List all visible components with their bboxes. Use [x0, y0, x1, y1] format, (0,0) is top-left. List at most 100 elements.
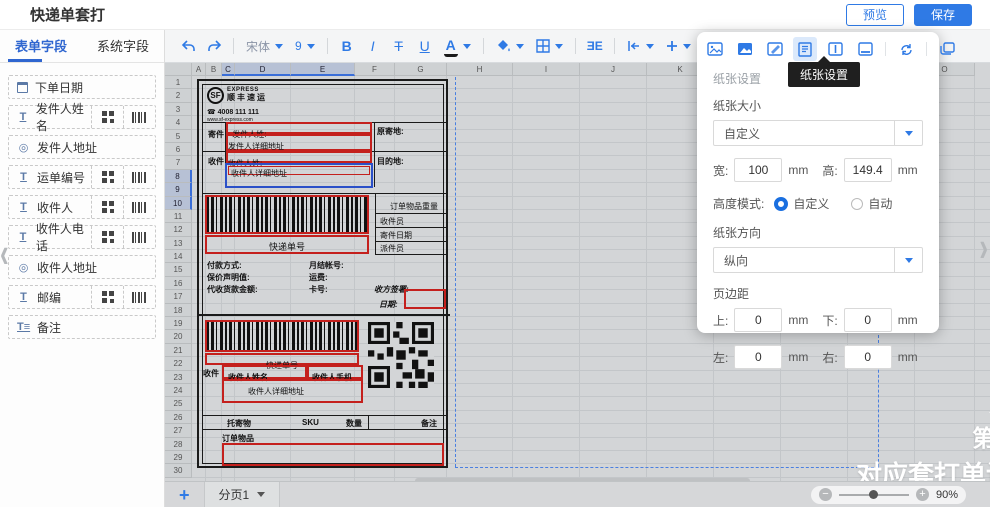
rh-cell[interactable]: 3 [165, 103, 192, 116]
font-color-select[interactable]: A [440, 35, 475, 57]
select-all-corner[interactable] [165, 63, 192, 76]
edit-image-button[interactable] [763, 37, 787, 61]
zoom-out-button[interactable]: − [819, 488, 832, 501]
paper-size-select[interactable]: 自定义 [713, 120, 923, 146]
ch-cell[interactable]: D [235, 63, 291, 76]
height-input[interactable] [844, 158, 892, 182]
tab-system-fields[interactable]: 系统字段 [82, 30, 164, 62]
ch-cell[interactable]: H [447, 63, 513, 76]
field-item-receiver-address[interactable]: ◎收件人地址 [8, 255, 156, 279]
rh-cell[interactable]: 14 [165, 250, 192, 263]
rh-cell[interactable]: 5 [165, 130, 192, 143]
italic-button[interactable]: I [362, 35, 384, 57]
barcode-insert-button[interactable] [123, 196, 155, 218]
add-page-button[interactable]: + [179, 484, 190, 506]
rh-cell[interactable]: 30 [165, 464, 192, 477]
waybill-template[interactable]: SF EXPRESS 顺丰速运 ☎ 4008 111 111 www.sf-ex… [197, 79, 448, 468]
rh-cell[interactable]: 27 [165, 424, 192, 437]
date-field[interactable] [404, 289, 446, 309]
barcode-insert-button[interactable] [123, 226, 155, 248]
expand-panel-chevron[interactable]: › [979, 223, 988, 273]
zoom-slider[interactable] [839, 494, 909, 496]
qr-insert-button[interactable] [91, 106, 123, 128]
field-item-order-date[interactable]: 下单日期 [8, 75, 156, 99]
bold-button[interactable]: B [336, 35, 358, 57]
font-size-select[interactable]: 9 [291, 39, 319, 53]
receiver2-phone-field[interactable]: 收件人手机 [307, 365, 363, 379]
field-item-sender-name[interactable]: T发件人姓名 [8, 105, 156, 129]
barcode-insert-button[interactable] [123, 286, 155, 308]
margin-left-input[interactable] [734, 345, 782, 369]
sender-address-field[interactable]: 发件人详细地址 [226, 134, 372, 151]
margin-top-input[interactable] [734, 308, 782, 332]
rh-cell[interactable]: 29 [165, 451, 192, 464]
merge-cells-button[interactable]: ƎE [584, 35, 606, 57]
align-select[interactable] [623, 40, 658, 53]
underline-button[interactable]: U [414, 35, 436, 57]
rh-cell[interactable]: 8 [165, 170, 192, 183]
redo-button[interactable] [203, 35, 225, 57]
field-item-receiver-phone[interactable]: T收件人电话 [8, 225, 156, 249]
rh-cell[interactable]: 18 [165, 304, 192, 317]
refresh-button[interactable] [894, 37, 918, 61]
order-items-field[interactable] [222, 443, 444, 466]
horizontal-scrollbar[interactable] [415, 478, 750, 481]
zoom-slider-handle[interactable] [869, 490, 878, 499]
rh-cell[interactable]: 17 [165, 290, 192, 303]
strikethrough-button[interactable]: T [388, 35, 410, 57]
fill-color-select[interactable] [492, 39, 528, 53]
ch-cell[interactable]: A [192, 63, 206, 76]
radio-auto[interactable] [851, 198, 863, 210]
rh-cell[interactable]: 24 [165, 384, 192, 397]
width-input[interactable] [734, 158, 782, 182]
rh-cell[interactable]: 12 [165, 223, 192, 236]
background-image-button[interactable] [733, 37, 757, 61]
waybill-no-field[interactable]: 快递单号 [205, 235, 369, 254]
rh-cell[interactable]: 1 [165, 76, 192, 89]
split-horizontal-button[interactable] [853, 37, 877, 61]
insert-image-button[interactable] [703, 37, 727, 61]
margin-bottom-input[interactable] [844, 308, 892, 332]
ch-cell[interactable]: J [580, 63, 647, 76]
borders-select[interactable] [532, 39, 567, 53]
rh-cell[interactable]: 16 [165, 277, 192, 290]
qr-insert-button[interactable] [91, 196, 123, 218]
margin-right-input[interactable] [844, 345, 892, 369]
field-item-receiver[interactable]: T收件人 [8, 195, 156, 219]
ch-cell[interactable]: E [291, 63, 355, 76]
tab-form-fields[interactable]: 表单字段 [0, 30, 82, 62]
waybill-barcode[interactable] [205, 195, 369, 234]
ch-cell[interactable]: I [513, 63, 580, 76]
paper-settings-button[interactable] [793, 37, 817, 61]
ch-cell[interactable]: G [395, 63, 447, 76]
rh-cell[interactable]: 21 [165, 344, 192, 357]
qr-insert-button[interactable] [91, 226, 123, 248]
rh-cell[interactable]: 15 [165, 263, 192, 276]
field-item-waybill-no[interactable]: T运单编号 [8, 165, 156, 189]
save-button[interactable]: 保存 [914, 4, 972, 26]
preview-button[interactable]: 预览 [846, 4, 904, 26]
field-item-sender-address[interactable]: ◎发件人地址 [8, 135, 156, 159]
rh-cell[interactable]: 11 [165, 210, 192, 223]
rh-cell[interactable]: 7 [165, 156, 192, 169]
duplicate-page-button[interactable] [935, 37, 959, 61]
rh-cell[interactable]: 19 [165, 317, 192, 330]
qr-insert-button[interactable] [91, 286, 123, 308]
waybill-no-field-2[interactable]: 快递单号 [205, 353, 359, 365]
rh-cell[interactable]: 4 [165, 116, 192, 129]
page-tab[interactable]: 分页1 [204, 482, 281, 507]
rh-cell[interactable]: 6 [165, 143, 192, 156]
rh-cell[interactable]: 28 [165, 438, 192, 451]
field-item-remark[interactable]: T≡备注 [8, 315, 156, 339]
receiver2-address-field[interactable]: 收件人详细地址 [222, 379, 363, 403]
ch-cell[interactable]: B [206, 63, 222, 76]
insert-select[interactable] [662, 40, 695, 53]
ch-cell[interactable]: F [355, 63, 395, 76]
ch-cell[interactable]: C [222, 63, 235, 76]
receiver-address-field-selected[interactable]: 收件人详细地址 [225, 163, 373, 188]
orientation-select[interactable]: 纵向 [713, 247, 923, 273]
rh-cell[interactable]: 2 [165, 89, 192, 102]
rh-cell[interactable]: 25 [165, 397, 192, 410]
barcode-insert-button[interactable] [123, 106, 155, 128]
undo-button[interactable] [177, 35, 199, 57]
